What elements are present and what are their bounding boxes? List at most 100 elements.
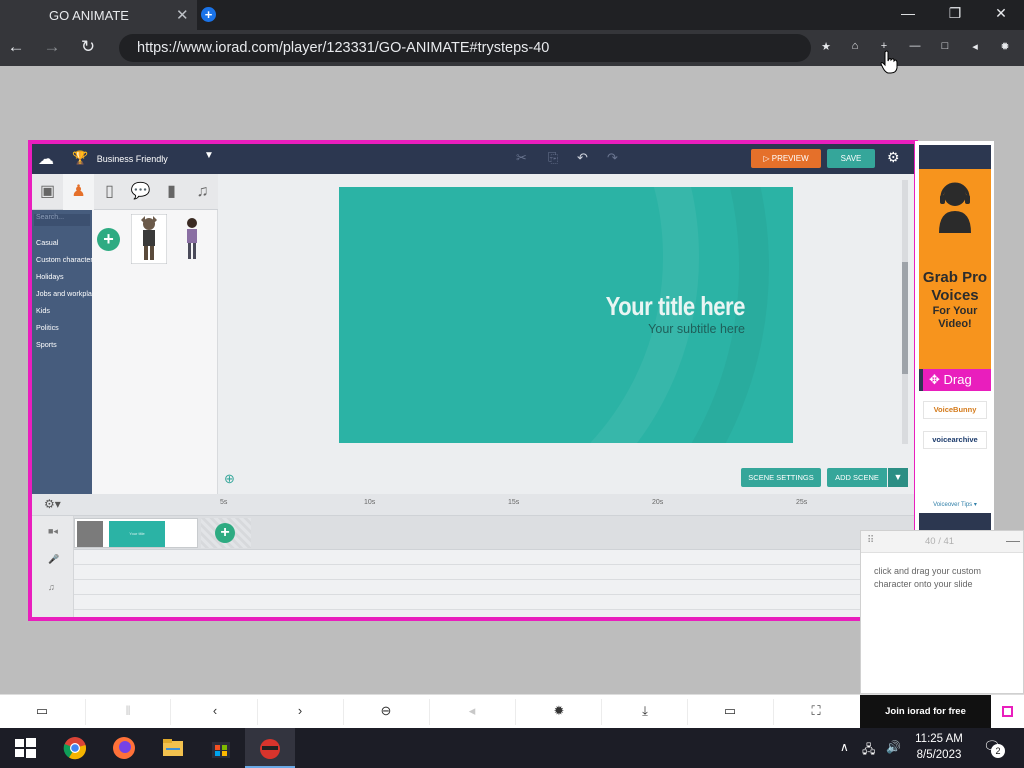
volume-icon[interactable]: 🔊 xyxy=(886,740,901,754)
ad-banner[interactable]: Grab Pro Voices For Your Video! xyxy=(919,169,991,369)
category-casual[interactable]: Casual xyxy=(36,238,92,247)
store-icon[interactable] xyxy=(209,736,233,760)
tab-props[interactable]: ▯ xyxy=(94,174,125,210)
drag-handle[interactable]: ✥ Drag xyxy=(923,369,991,391)
headphones-person-icon xyxy=(939,182,971,233)
minimize-window-icon[interactable]: — xyxy=(898,5,918,21)
notification-center[interactable]: 🗨 2 xyxy=(983,738,1005,758)
mute-icon[interactable]: ◂ xyxy=(462,703,482,719)
preview-button[interactable]: ▷ PREVIEW xyxy=(751,149,821,168)
settings-gear-icon[interactable]: ✹ xyxy=(997,40,1013,53)
category-holidays[interactable]: Holidays xyxy=(36,272,92,281)
character-thumbnail-custom[interactable] xyxy=(131,214,167,264)
character-thumbnail-woman[interactable] xyxy=(174,214,210,264)
voiceover-tips-link[interactable]: Voiceover Tips ▾ xyxy=(919,501,991,513)
hand-pointer-cursor-icon xyxy=(880,50,898,74)
system-clock[interactable]: 11:25 AM 8/5/2023 xyxy=(912,731,966,763)
windows-start-icon[interactable] xyxy=(13,736,37,760)
add-scene-dropdown-icon[interactable]: ▼ xyxy=(888,468,908,487)
address-bar[interactable]: https://www.iorad.com/player/123331/GO-A… xyxy=(119,34,811,62)
voicearchive-logo[interactable]: voicearchive xyxy=(923,431,987,449)
category-kids[interactable]: Kids xyxy=(36,306,92,315)
trophy-icon: 🏆 xyxy=(72,150,89,165)
tab-text[interactable]: 💬 xyxy=(125,174,156,210)
drag-handle-icon[interactable]: ⠿ xyxy=(867,535,874,546)
network-icon[interactable]: 🖧 xyxy=(862,740,875,761)
undo-icon[interactable]: ↶ xyxy=(577,150,588,166)
download-icon[interactable]: ⤓ xyxy=(635,703,655,719)
gear-icon[interactable]: ⚙ xyxy=(887,149,900,166)
separator xyxy=(601,699,602,725)
scene-clip[interactable]: Your title xyxy=(74,518,198,548)
star-icon[interactable]: ★ xyxy=(818,40,834,53)
timeline-ruler: ⚙▾ 5s 10s 15s 20s 25s xyxy=(32,494,914,516)
chrome-icon[interactable] xyxy=(63,736,87,760)
firefox-icon[interactable] xyxy=(112,736,136,760)
next-step-icon[interactable]: › xyxy=(290,703,310,718)
scene-stage[interactable]: Your title here Your subtitle here xyxy=(339,187,793,443)
iorad-logo-icon[interactable] xyxy=(1002,706,1013,717)
join-iorad-button[interactable]: Join iorad for free xyxy=(860,695,991,729)
timeline-gear-icon[interactable]: ⚙▾ xyxy=(44,497,61,511)
previous-step-icon[interactable]: ‹ xyxy=(205,703,225,718)
chevron-down-icon[interactable]: ▼ xyxy=(204,150,214,161)
microphone-icon: 🎤 xyxy=(48,554,60,564)
reload-icon[interactable]: ↻ xyxy=(77,37,99,57)
restore-window-icon[interactable]: ❐ xyxy=(945,5,965,22)
copy-icon[interactable]: ⎘ xyxy=(548,150,558,166)
music-track[interactable] xyxy=(74,581,914,595)
new-tab-button[interactable]: + xyxy=(201,7,216,22)
tab-charts[interactable]: ▮ xyxy=(156,174,187,210)
timeline-add-scene[interactable]: + xyxy=(201,518,251,548)
zoom-out-icon[interactable]: ⊖ xyxy=(376,703,396,719)
tab-characters[interactable]: ♟ xyxy=(63,174,94,210)
cut-icon[interactable]: ✂ xyxy=(516,150,527,166)
redo-icon[interactable]: ↷ xyxy=(607,150,618,166)
step-instruction: click and drag your custom character ont… xyxy=(874,566,982,589)
file-explorer-icon[interactable] xyxy=(161,736,185,760)
zoom-in-icon[interactable]: ⊕ xyxy=(224,471,235,487)
add-scene-button[interactable]: ADD SCENE xyxy=(827,468,887,487)
timeline-tick: 5s xyxy=(220,499,228,506)
stage-scrollbar-thumb[interactable] xyxy=(902,262,908,374)
chevron-up-icon[interactable]: ∧ xyxy=(840,740,849,754)
fullscreen-icon[interactable]: ⛶ xyxy=(806,703,826,719)
comment-icon[interactable]: ▭ xyxy=(720,703,740,719)
stage-subtitle[interactable]: Your subtitle here xyxy=(648,322,745,336)
character-pane: + xyxy=(92,210,218,494)
stage-title[interactable]: Your title here xyxy=(606,291,746,322)
tab-close-icon[interactable]: ✕ xyxy=(176,6,189,24)
scene-settings-button[interactable]: SCENE SETTINGS xyxy=(741,468,821,487)
home-icon[interactable]: ⌂ xyxy=(847,40,863,52)
mode-toggle-icon[interactable]: ▭ xyxy=(32,703,52,719)
pause-icon[interactable]: ‖ xyxy=(118,703,138,718)
browser-tab[interactable]: GO ANIMATE ✕ xyxy=(0,0,197,30)
category-politics[interactable]: Politics xyxy=(36,323,92,332)
cloud-upload-icon[interactable]: ☁ xyxy=(38,149,54,169)
theme-selector[interactable]: 🏆 Business Friendly xyxy=(72,150,168,166)
add-character-button[interactable]: + xyxy=(97,228,120,251)
category-jobs[interactable]: Jobs and workplace xyxy=(36,289,92,298)
tab-backgrounds[interactable]: ▣ xyxy=(32,174,63,210)
active-app-taskbar-item[interactable] xyxy=(245,728,295,768)
forward-arrow-icon[interactable]: → xyxy=(41,37,63,57)
save-button[interactable]: SAVE xyxy=(827,149,875,168)
settings-icon[interactable]: ✹ xyxy=(549,703,569,719)
fullscreen-icon[interactable]: □ xyxy=(937,40,953,52)
page-viewport: ☁ 🏆 Business Friendly ▼ ✂ ⎘ ↶ ↷ ▷ PREVIE… xyxy=(0,66,1024,694)
close-window-icon[interactable]: ✕ xyxy=(991,5,1011,22)
category-custom-characters[interactable]: Custom characters xyxy=(36,255,92,264)
mute-icon[interactable]: ◂ xyxy=(967,40,983,53)
voice-track[interactable] xyxy=(74,566,914,580)
timeline-body: ■◂ 🎤 ♫ Your title + xyxy=(32,516,914,617)
minimize-icon[interactable]: — xyxy=(1006,532,1020,548)
timeline-tick: 15s xyxy=(508,499,520,506)
category-sports[interactable]: Sports xyxy=(36,340,92,349)
tab-audio[interactable]: ♫ xyxy=(187,174,218,210)
voice-track[interactable] xyxy=(74,551,914,565)
category-search-input[interactable]: Search... xyxy=(34,214,90,226)
music-track[interactable] xyxy=(74,596,914,610)
back-arrow-icon[interactable]: ← xyxy=(5,37,27,57)
minimize-icon[interactable]: — xyxy=(907,40,923,52)
voicebunny-logo[interactable]: VoiceBunny xyxy=(923,401,987,419)
